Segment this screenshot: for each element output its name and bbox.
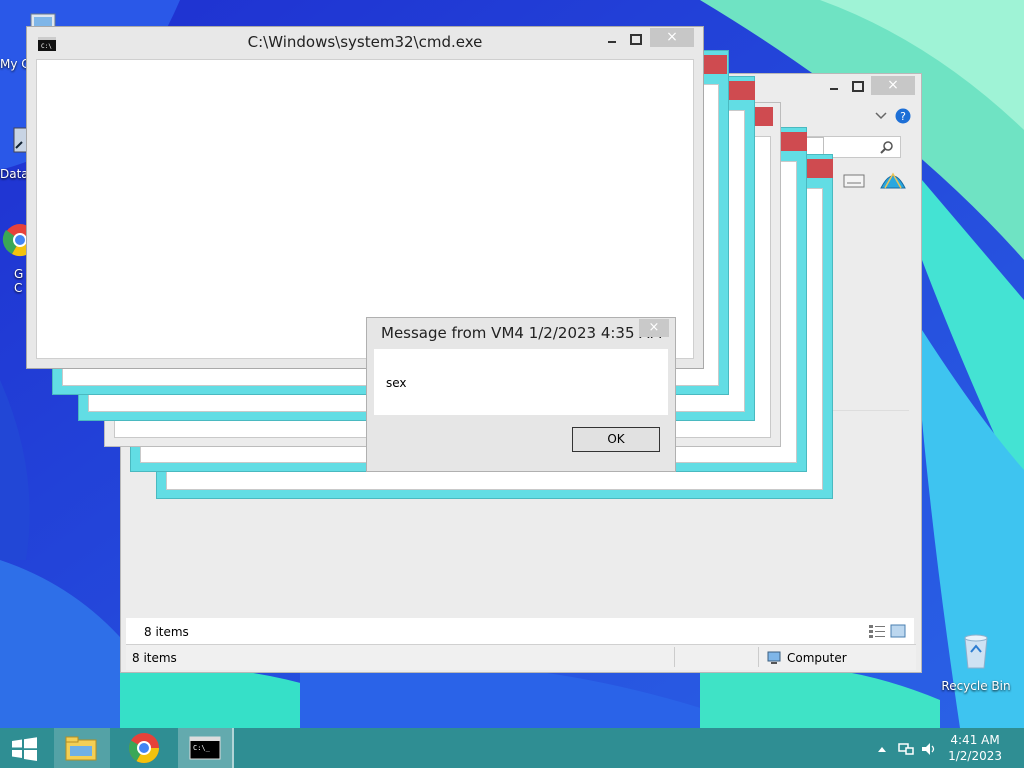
taskbar-chrome[interactable] xyxy=(116,728,172,768)
maximize-button[interactable] xyxy=(848,78,868,96)
ribbon-expand-button[interactable] xyxy=(873,108,889,124)
ok-button[interactable]: OK xyxy=(572,427,660,452)
status-divider xyxy=(674,647,675,667)
cmd-icon: C:\_ xyxy=(189,736,221,760)
help-icon: ? xyxy=(895,108,911,124)
close-icon: × xyxy=(887,77,899,93)
clock-time: 4:41 AM xyxy=(950,733,1000,747)
maximize-button[interactable] xyxy=(626,31,646,49)
minimize-button[interactable] xyxy=(824,78,844,96)
dialog-body: sex xyxy=(374,349,668,415)
help-button[interactable]: ? xyxy=(895,108,911,124)
svg-text:?: ? xyxy=(900,110,906,123)
computer-icon xyxy=(767,651,781,664)
chrome-icon xyxy=(128,733,159,764)
taskbar: C:\_ 4:41 AM 1/2/2023 xyxy=(0,728,1024,768)
items-count-label: 8 items xyxy=(144,625,189,639)
show-hidden-icons-icon[interactable] xyxy=(876,743,888,755)
minimize-button[interactable] xyxy=(602,31,622,49)
dialog-message: sex xyxy=(386,376,407,390)
details-view-icon[interactable] xyxy=(868,624,886,638)
message-dialog[interactable]: Message from VM4 1/2/2023 4:35 AM × sex … xyxy=(366,317,676,472)
large-icons-view-icon[interactable] xyxy=(890,624,906,638)
status-items-count: 8 items xyxy=(132,651,177,665)
status-divider xyxy=(758,647,759,667)
clock-date: 1/2/2023 xyxy=(948,749,1002,763)
maximize-icon xyxy=(852,81,864,92)
network-icon[interactable] xyxy=(898,741,914,757)
close-icon: × xyxy=(648,320,660,335)
folder-icon xyxy=(65,736,97,761)
shell-toolbar-button[interactable] xyxy=(879,168,907,194)
explorer-status-bar: 8 items Computer xyxy=(126,644,916,670)
windows-logo-icon xyxy=(12,737,37,761)
maximize-icon xyxy=(630,34,642,45)
taskbar-cmd[interactable]: C:\_ xyxy=(178,728,234,768)
close-button[interactable]: × xyxy=(871,76,915,95)
start-button[interactable] xyxy=(0,728,48,768)
status-location: Computer xyxy=(787,651,847,665)
dialog-title: Message from VM4 1/2/2023 4:35 AM xyxy=(381,324,663,342)
svg-text:C:\_: C:\_ xyxy=(193,744,211,752)
close-button[interactable]: × xyxy=(650,28,694,47)
explorer-divider xyxy=(831,410,909,411)
desktop-icon-label: Recycle Bin xyxy=(941,679,1011,693)
volume-icon[interactable] xyxy=(920,741,938,757)
recycle-bin-icon xyxy=(964,634,988,669)
email-icon xyxy=(843,174,865,188)
close-icon: × xyxy=(666,29,678,45)
email-toolbar-button[interactable] xyxy=(843,172,865,190)
chevron-down-icon xyxy=(875,112,887,120)
console-output[interactable] xyxy=(36,59,694,359)
search-icon xyxy=(880,141,893,154)
minimize-icon xyxy=(830,88,838,90)
taskbar-file-explorer[interactable] xyxy=(54,728,110,768)
tray-clock[interactable]: 4:41 AM 1/2/2023 xyxy=(948,732,1002,764)
explorer-inner-status: 8 items xyxy=(126,618,914,644)
shell-icon xyxy=(880,172,906,189)
minimize-icon xyxy=(608,41,616,43)
desktop-icon-recycle-bin[interactable]: Recycle Bin xyxy=(938,630,1014,693)
dialog-close-button[interactable]: × xyxy=(639,319,669,337)
